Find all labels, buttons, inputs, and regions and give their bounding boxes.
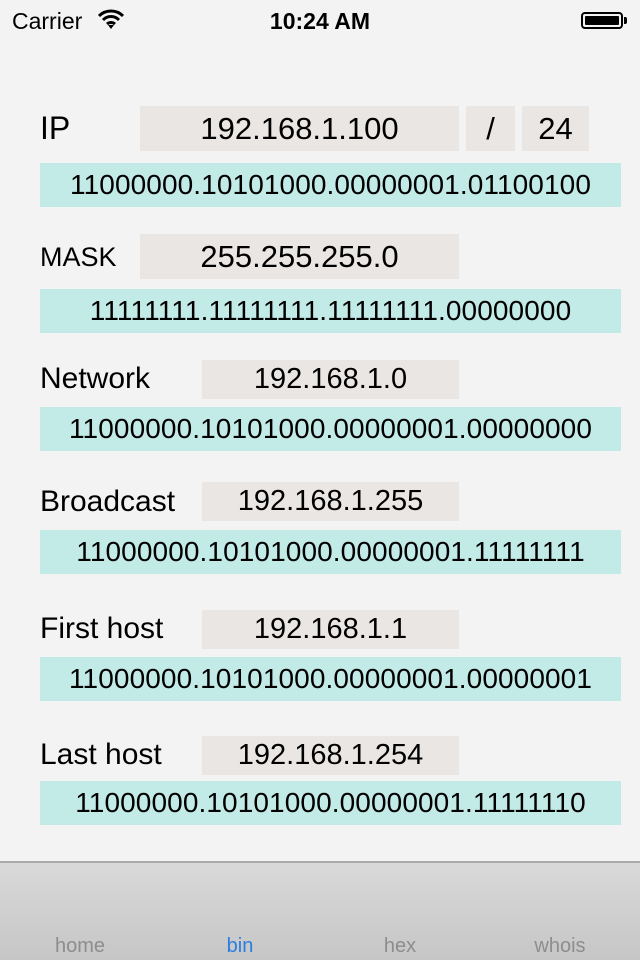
mask-binary: 11111111.11111111.11111111.00000000 bbox=[40, 289, 621, 333]
last-host-value: 192.168.1.254 bbox=[202, 736, 459, 775]
tab-whois[interactable]: whois bbox=[480, 935, 640, 958]
prefix-separator: / bbox=[466, 106, 515, 151]
network-binary: 11000000.10101000.00000001.00000000 bbox=[40, 407, 621, 451]
ip-label: IP bbox=[40, 110, 71, 146]
prefix-length-input[interactable]: 24 bbox=[522, 106, 589, 151]
mask-input[interactable]: 255.255.255.0 bbox=[140, 234, 459, 279]
battery-icon bbox=[581, 12, 623, 29]
last-host-label: Last host bbox=[40, 738, 162, 771]
first-host-label: First host bbox=[40, 612, 164, 645]
network-value: 192.168.1.0 bbox=[202, 360, 459, 399]
tab-hex[interactable]: hex bbox=[320, 935, 480, 958]
network-label: Network bbox=[40, 362, 151, 395]
ip-binary: 11000000.10101000.00000001.01100100 bbox=[40, 163, 621, 207]
tab-bin[interactable]: bin bbox=[160, 935, 320, 958]
battery-tip bbox=[624, 17, 627, 24]
tab-home[interactable]: home bbox=[0, 935, 160, 958]
status-time: 10:24 AM bbox=[269, 8, 371, 34]
ip-address-input[interactable]: 192.168.1.100 bbox=[140, 106, 459, 151]
broadcast-value: 192.168.1.255 bbox=[202, 482, 459, 521]
first-host-binary: 11000000.10101000.00000001.00000001 bbox=[40, 657, 621, 701]
last-host-binary: 11000000.10101000.00000001.11111110 bbox=[40, 781, 621, 825]
status-bar: Carrier 10:24 AM bbox=[0, 0, 640, 40]
tab-bar: home bin hex whois bbox=[0, 861, 640, 960]
broadcast-label: Broadcast bbox=[40, 485, 176, 518]
broadcast-binary: 11000000.10101000.00000001.11111111 bbox=[40, 530, 621, 574]
mask-label: MASK bbox=[40, 242, 117, 272]
first-host-value: 192.168.1.1 bbox=[202, 610, 459, 649]
